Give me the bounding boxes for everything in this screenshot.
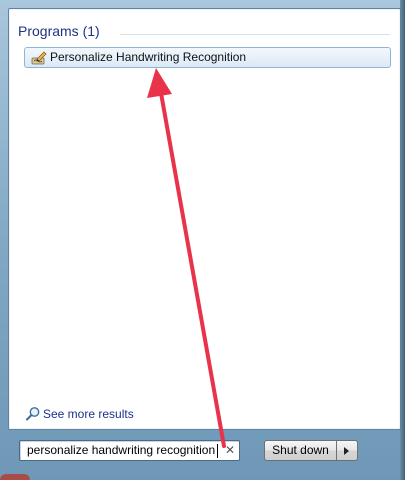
group-divider	[120, 34, 390, 35]
shut-down-button[interactable]: Shut down	[264, 440, 337, 461]
magnifier-icon	[25, 406, 41, 422]
group-title: Programs (1)	[18, 23, 100, 39]
search-input[interactable]	[27, 443, 217, 457]
text-caret	[217, 444, 218, 458]
shut-down-options-button[interactable]	[337, 440, 358, 461]
result-label: Personalize Handwriting Recognition	[50, 50, 247, 64]
start-orb[interactable]	[0, 474, 30, 480]
start-search-box[interactable]: ✕	[19, 440, 240, 461]
clear-search-icon[interactable]: ✕	[223, 442, 237, 459]
start-menu-results-pane: Programs (1) Personalize Handwriting Rec…	[8, 8, 401, 430]
result-personalize-handwriting-recognition[interactable]: Personalize Handwriting Recognition	[24, 47, 391, 68]
chevron-right-icon	[344, 447, 349, 455]
see-more-label: See more results	[43, 407, 134, 421]
handwriting-icon	[31, 50, 47, 65]
programs-group-header: Programs (1)	[18, 23, 390, 43]
